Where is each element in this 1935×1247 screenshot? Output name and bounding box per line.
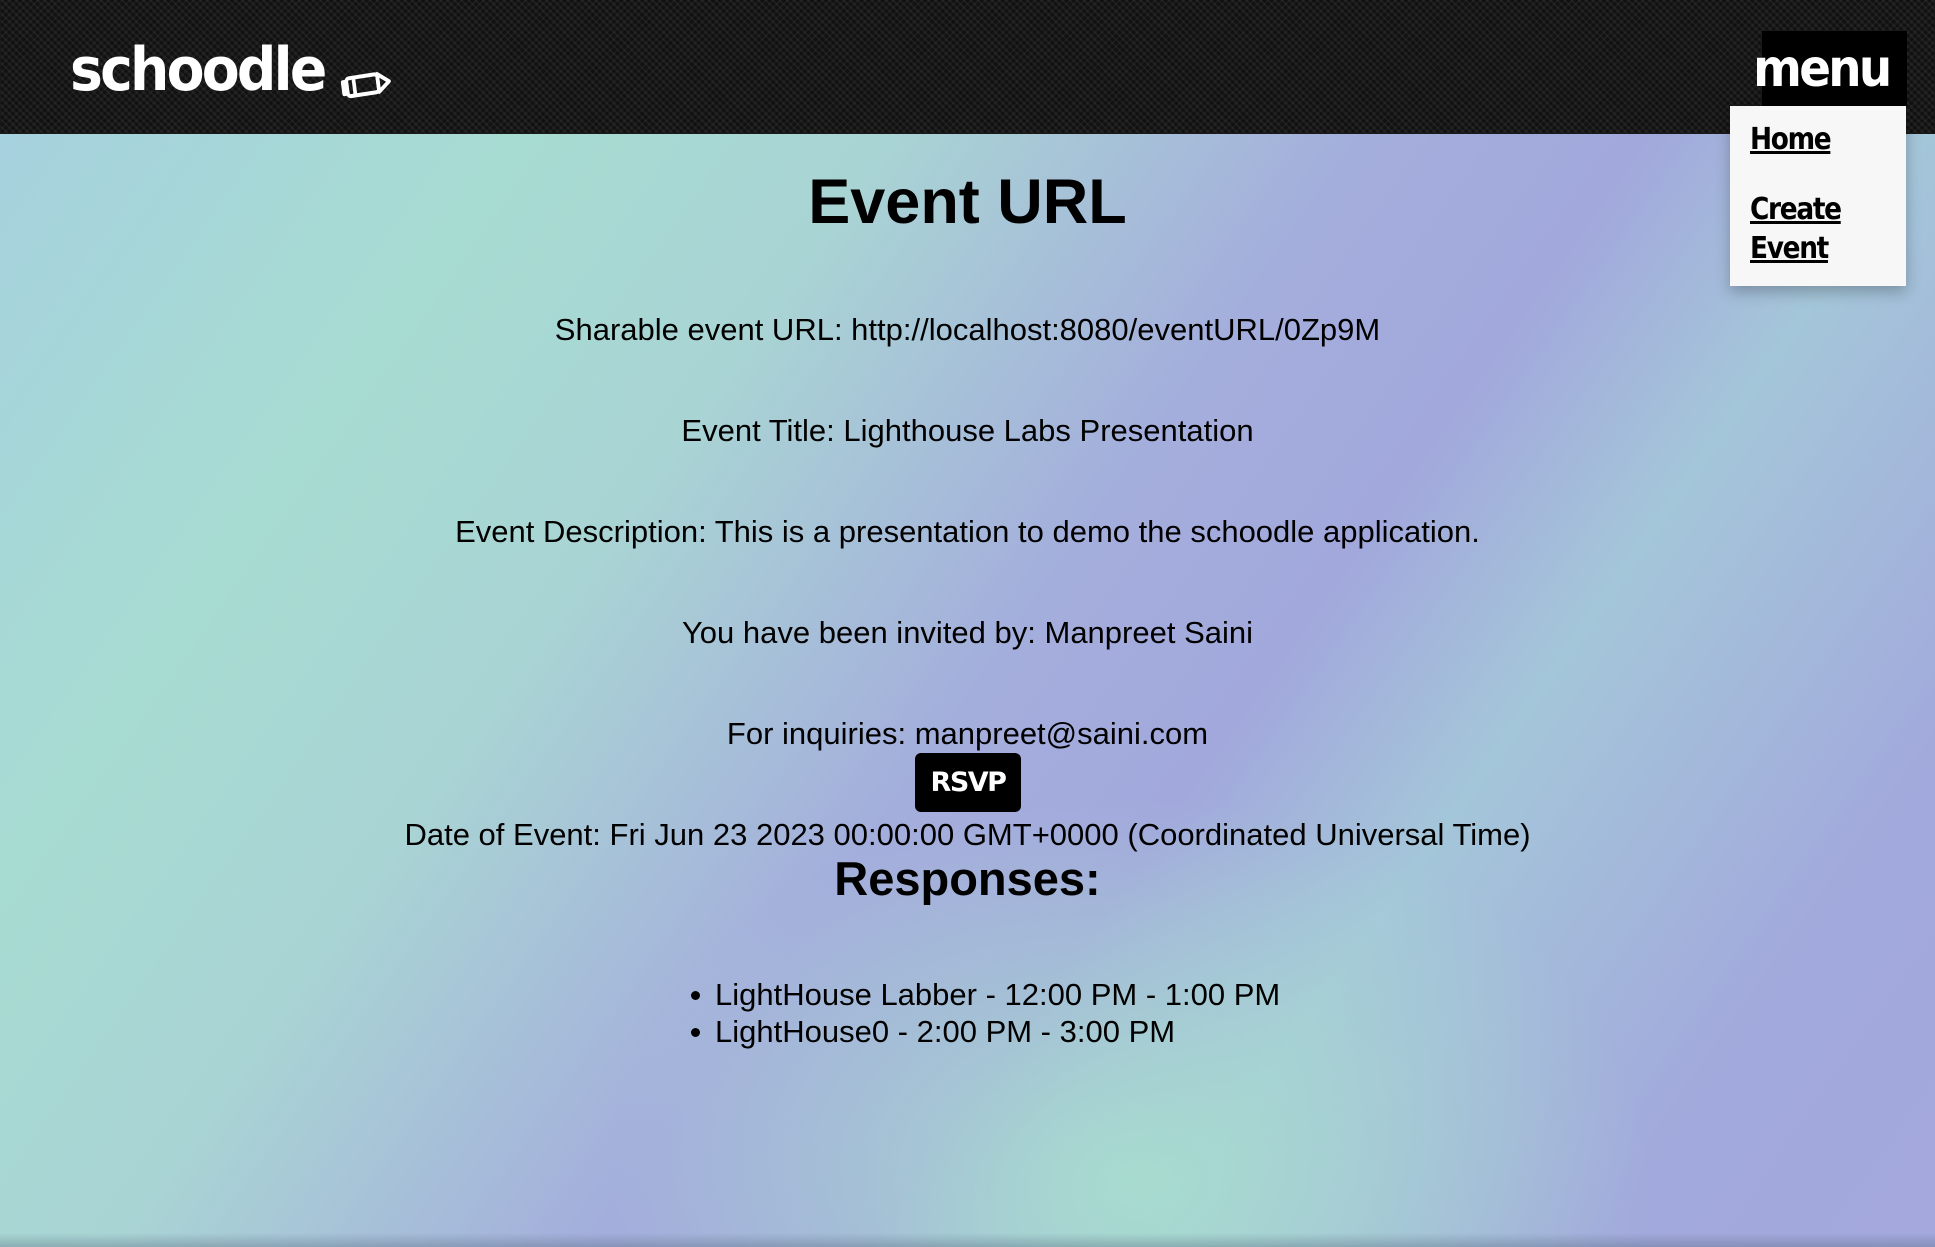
menu-button[interactable]: menu <box>1753 31 1907 106</box>
response-item: LightHouse Labber - 12:00 PM - 1:00 PM <box>690 977 1281 1012</box>
menu-label: menu <box>1752 38 1892 99</box>
top-navbar: schoodle menu <box>0 0 1935 134</box>
rsvp-button[interactable]: RSVP <box>915 753 1021 812</box>
event-date-text: Date of Event: Fri Jun 23 2023 00:00:00 … <box>404 817 1531 852</box>
responses-list: LightHouse Labber - 12:00 PM - 1:00 PM L… <box>690 976 1281 1050</box>
response-item: LightHouse0 - 2:00 PM - 3:00 PM <box>690 1013 1280 1050</box>
event-description-text: Event Description: This is a presentatio… <box>455 514 1480 549</box>
pencil-icon <box>337 50 391 99</box>
event-organizer-text: You have been invited by: Manpreet Saini <box>681 615 1254 650</box>
event-url-text: Sharable event URL: http://localhost:808… <box>554 312 1381 347</box>
logo-text: schoodle <box>70 35 327 105</box>
responses-heading: Responses: <box>834 852 1101 905</box>
menu-item-home[interactable]: Home <box>1750 120 1870 159</box>
event-contact-text: For inquiries: manpreet@saini.com <box>726 716 1209 751</box>
bottom-shadow <box>0 1233 1935 1247</box>
event-title-text: Event Title: Lighthouse Labs Presentatio… <box>681 413 1254 448</box>
logo[interactable]: schoodle <box>70 30 391 110</box>
page-title: Event URL <box>808 167 1127 237</box>
